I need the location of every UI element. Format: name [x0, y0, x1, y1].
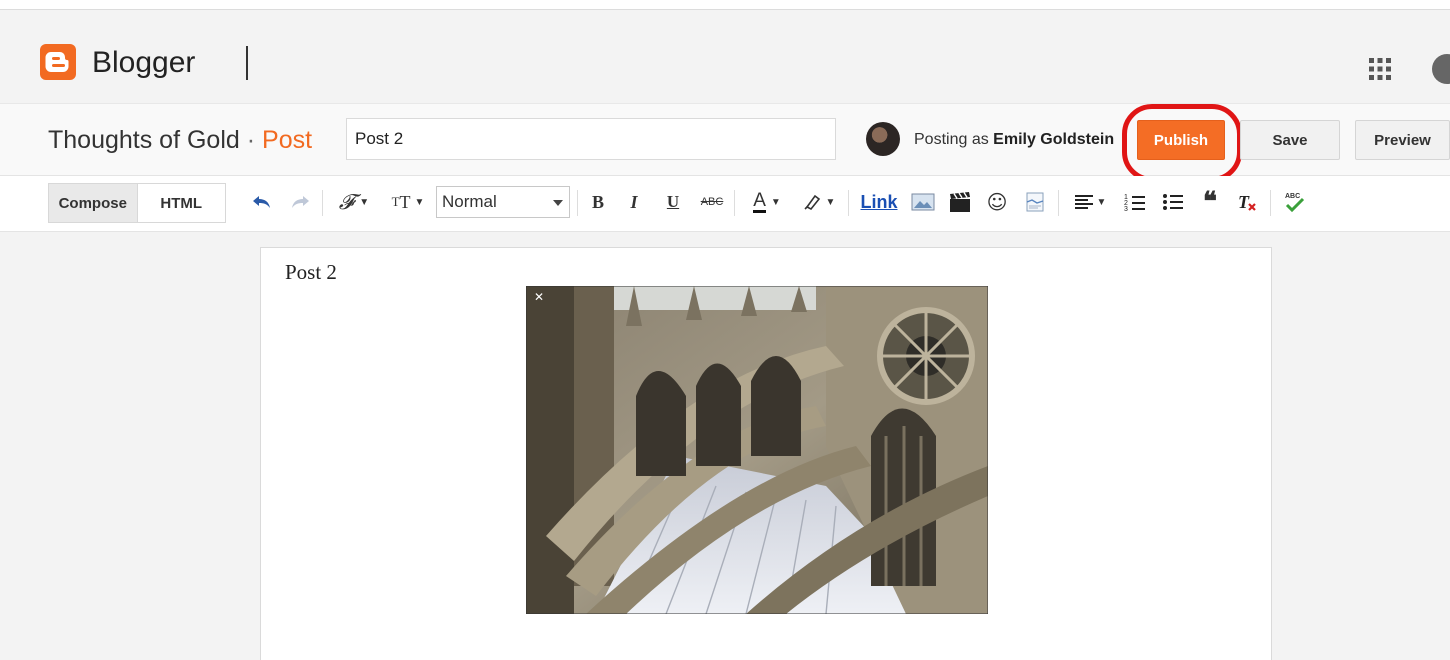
jump-break-icon[interactable]	[1022, 190, 1048, 214]
editor-kind: Post	[262, 126, 313, 154]
underline-button[interactable]: U	[663, 190, 683, 214]
blogger-logo-icon[interactable]	[40, 44, 76, 80]
account-avatar[interactable]	[1432, 54, 1450, 84]
blogger-editor-window: Blogger Thoughts of Gold · Post Posting …	[0, 0, 1450, 660]
highlight-icon[interactable]: ▼	[798, 190, 840, 214]
image-icon[interactable]	[910, 190, 936, 214]
save-button[interactable]: Save	[1240, 120, 1340, 160]
link-button[interactable]: Link	[858, 190, 900, 214]
font-size-icon[interactable]: T T ▼	[386, 190, 430, 214]
publish-button[interactable]: Publish	[1137, 120, 1225, 160]
chevron-down-icon	[553, 200, 563, 206]
page-title: Thoughts of Gold · Post	[48, 126, 312, 155]
toolbar-separator	[848, 190, 849, 216]
author-name: Emily Goldstein	[993, 131, 1115, 148]
compose-mode-button[interactable]: Compose	[49, 184, 138, 222]
bullet-list-icon[interactable]	[1160, 190, 1186, 214]
spell-check-icon[interactable]: ABC	[1282, 190, 1308, 214]
strikethrough-button[interactable]: ABC	[698, 190, 726, 214]
header-divider	[246, 46, 248, 80]
text-color-icon[interactable]: A ▼	[745, 190, 789, 214]
font-icon[interactable]: 𝓕 ▼	[332, 190, 376, 214]
post-image-cathedral[interactable]: ✕	[526, 286, 988, 614]
html-mode-button[interactable]: HTML	[137, 184, 225, 222]
cathedral-photo	[526, 286, 988, 614]
numbered-list-icon[interactable]: 123	[1122, 190, 1148, 214]
editor-mode-toggle: Compose HTML	[48, 183, 226, 223]
app-header: Blogger	[0, 10, 1450, 104]
browser-top-edge	[0, 0, 1450, 10]
quote-icon[interactable]: ❝	[1198, 189, 1222, 215]
toolbar-separator	[1058, 190, 1059, 216]
post-title-input[interactable]	[346, 118, 836, 160]
toolbar-separator	[1270, 190, 1271, 216]
align-icon[interactable]: ▼	[1068, 190, 1112, 214]
undo-icon[interactable]	[250, 190, 274, 214]
paragraph-format-select[interactable]: Normal	[436, 186, 570, 218]
redo-icon[interactable]	[288, 190, 312, 214]
italic-button[interactable]: I	[624, 190, 644, 214]
bold-button[interactable]: B	[588, 190, 608, 214]
svg-text:ABC: ABC	[1285, 193, 1300, 200]
svg-text:T: T	[1238, 192, 1250, 212]
emoji-icon[interactable]: ☺	[984, 190, 1010, 214]
title-separator: ·	[246, 126, 256, 154]
editor-toolbar: Compose HTML 𝓕 ▼ T T ▼ Normal B I U ABC A ▼ …	[0, 176, 1450, 232]
author-avatar	[866, 122, 900, 156]
toolbar-separator	[322, 190, 323, 216]
apps-grid-icon[interactable]	[1368, 57, 1392, 81]
blog-name[interactable]: Thoughts of Gold	[48, 126, 240, 154]
video-icon[interactable]	[946, 190, 974, 214]
post-body-text[interactable]: Post 2	[285, 260, 337, 285]
post-body-editor[interactable]: Post 2 ✕	[260, 247, 1272, 660]
clear-format-icon[interactable]: T	[1234, 190, 1260, 214]
editor-canvas: Post 2 ✕	[0, 232, 1450, 660]
close-icon[interactable]: ✕	[534, 290, 544, 304]
posting-as-label: Posting as Emily Goldstein	[914, 131, 1115, 148]
brand-name: Blogger	[92, 46, 196, 79]
toolbar-separator	[577, 190, 578, 216]
preview-button[interactable]: Preview	[1355, 120, 1450, 160]
post-header-bar: Thoughts of Gold · Post Posting as Emily…	[0, 104, 1450, 182]
svg-text:3: 3	[1124, 206, 1128, 212]
toolbar-separator	[734, 190, 735, 216]
